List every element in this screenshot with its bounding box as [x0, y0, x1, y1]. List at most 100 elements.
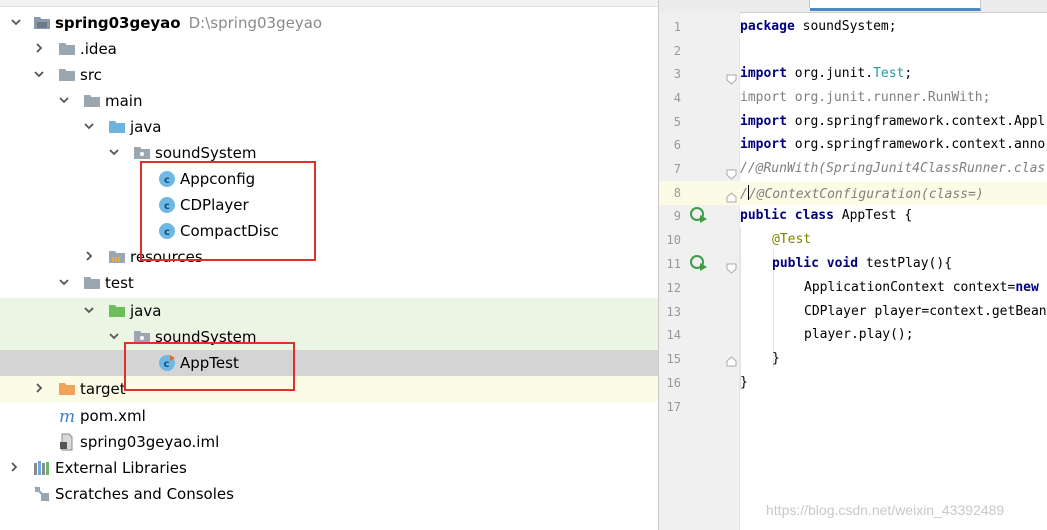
tree-item-label: main — [105, 92, 143, 110]
fold-marker-icon[interactable] — [726, 70, 737, 85]
line-number: 17 — [666, 400, 681, 414]
tree-item-src[interactable]: src — [0, 62, 658, 88]
tree-item-label: src — [80, 66, 102, 84]
tree-header-strip — [0, 0, 658, 7]
fold-marker-icon[interactable] — [726, 259, 737, 274]
tree-item-label: Appconfig — [180, 170, 256, 188]
line-number: 14 — [666, 328, 681, 342]
folder-icon — [83, 92, 101, 110]
chevron-down-icon[interactable] — [82, 303, 96, 317]
line-number: 15 — [666, 352, 681, 366]
iml-file-icon — [58, 433, 76, 451]
chevron-down-icon[interactable] — [107, 145, 121, 159]
tree-item-appconfig[interactable]: c Appconfig — [0, 166, 658, 192]
tree-item-label: Scratches and Consoles — [55, 485, 234, 503]
class-icon: c — [158, 196, 176, 214]
tree-item-scratches[interactable]: Scratches and Consoles — [0, 481, 658, 507]
chevron-right-icon[interactable] — [32, 41, 46, 55]
code-line-8[interactable]: //@ContextConfiguration(class=) — [740, 185, 984, 202]
fold-marker-icon[interactable] — [726, 165, 737, 180]
tree-item-label: soundSystem — [155, 328, 257, 346]
line-number: 8 — [673, 186, 681, 200]
tree-item-pom[interactable]: m pom.xml — [0, 403, 658, 429]
excluded-folder-icon — [58, 380, 76, 398]
chevron-down-icon[interactable] — [107, 329, 121, 343]
tree-item-target[interactable]: target — [0, 376, 658, 402]
code-line-1[interactable]: package soundSystem; — [740, 19, 897, 34]
tree-item-root[interactable]: spring03geyao D:\spring03geyao — [0, 10, 658, 36]
tree-item-label: AppTest — [180, 354, 239, 372]
chevron-down-icon[interactable] — [57, 93, 71, 107]
code-line-6[interactable]: import org.springframework.context.anno — [740, 137, 1045, 152]
line-number: 3 — [673, 67, 681, 81]
code-line-14[interactable]: player.play(); — [804, 327, 914, 342]
tree-item-label: soundSystem — [155, 144, 257, 162]
line-number: 5 — [673, 115, 681, 129]
tree-item-iml[interactable]: spring03geyao.iml — [0, 429, 658, 455]
code-line-5[interactable]: import org.springframework.context.Appl — [740, 114, 1045, 129]
indent-guide — [740, 228, 741, 390]
line-number: 2 — [673, 44, 681, 58]
editor-tab-active[interactable] — [810, 0, 981, 11]
tree-item-idea[interactable]: .idea — [0, 36, 658, 62]
chevron-down-icon[interactable] — [9, 15, 23, 29]
tree-item-label: pom.xml — [80, 407, 146, 425]
svg-text:c: c — [164, 201, 170, 212]
line-number: 13 — [666, 305, 681, 319]
tree-item-label: .idea — [80, 40, 117, 58]
tree-item-test[interactable]: test — [0, 270, 658, 296]
source-folder-icon — [108, 118, 126, 136]
chevron-down-icon[interactable] — [82, 119, 96, 133]
code-line-4[interactable]: import org.junit.runner.RunWith; — [740, 90, 990, 105]
resources-folder-icon — [108, 248, 126, 266]
tree-item-main[interactable]: main — [0, 88, 658, 114]
tree-item-label: java — [130, 118, 162, 136]
chevron-right-icon[interactable] — [32, 381, 46, 395]
chevron-down-icon[interactable] — [57, 275, 71, 289]
tree-item-label: test — [105, 274, 134, 292]
tree-item-apptest[interactable]: c AppTest — [0, 350, 658, 376]
code-line-13[interactable]: CDPlayer player=context.getBean — [804, 304, 1047, 319]
libraries-icon — [33, 459, 51, 477]
watermark-text: https://blog.csdn.net/weixin_43392489 — [766, 502, 1005, 518]
scratches-icon — [33, 485, 51, 503]
editor-tab[interactable] — [659, 0, 810, 8]
tree-item-main-java[interactable]: java — [0, 114, 658, 140]
chevron-right-icon[interactable] — [7, 460, 21, 474]
tree-item-compactdisc[interactable]: c CompactDisc — [0, 218, 658, 244]
svg-text:c: c — [164, 227, 170, 238]
tree-item-main-package[interactable]: soundSystem — [0, 140, 658, 166]
tree-item-external-libraries[interactable]: External Libraries — [0, 455, 658, 481]
line-number: 12 — [666, 281, 681, 295]
code-line-9[interactable]: public class AppTest { — [740, 208, 912, 223]
code-line-11[interactable]: public void testPlay(){ — [772, 256, 952, 271]
code-editor[interactable]: 1 2 3 4 5 6 7 8 9 10 11 12 13 14 15 16 1… — [659, 0, 1047, 530]
line-number: 1 — [673, 20, 681, 34]
editor-tab[interactable] — [981, 0, 1047, 8]
code-line-16[interactable]: } — [740, 375, 748, 390]
package-icon — [133, 328, 151, 346]
tree-item-label: spring03geyao.iml — [80, 433, 220, 451]
line-number: 6 — [673, 138, 681, 152]
tree-item-cdplayer[interactable]: c CDPlayer — [0, 192, 658, 218]
code-line-7[interactable]: //@RunWith(SpringJunit4ClassRunner.clas — [740, 161, 1045, 176]
tree-item-label: spring03geyao D:\spring03geyao — [55, 14, 323, 32]
folder-icon — [83, 274, 101, 292]
tree-item-label: java — [130, 302, 162, 320]
line-number: 10 — [666, 233, 681, 247]
line-number: 9 — [673, 209, 681, 223]
tree-item-test-package[interactable]: soundSystem — [0, 324, 658, 350]
chevron-right-icon[interactable] — [82, 249, 96, 263]
run-test-icon[interactable] — [689, 253, 709, 273]
code-line-10[interactable]: @Test — [772, 232, 811, 247]
class-icon: c — [158, 222, 176, 240]
code-line-12[interactable]: ApplicationContext context=new — [804, 280, 1039, 295]
chevron-down-icon[interactable] — [32, 67, 46, 81]
tree-item-test-java[interactable]: java — [0, 298, 658, 324]
tree-item-resources[interactable]: resources — [0, 244, 658, 270]
code-line-15[interactable]: } — [772, 351, 780, 366]
fold-marker-icon[interactable] — [726, 352, 737, 367]
fold-marker-icon[interactable] — [726, 188, 737, 203]
run-test-icon[interactable] — [689, 205, 709, 225]
code-line-3[interactable]: import org.junit.Test; — [740, 66, 912, 81]
